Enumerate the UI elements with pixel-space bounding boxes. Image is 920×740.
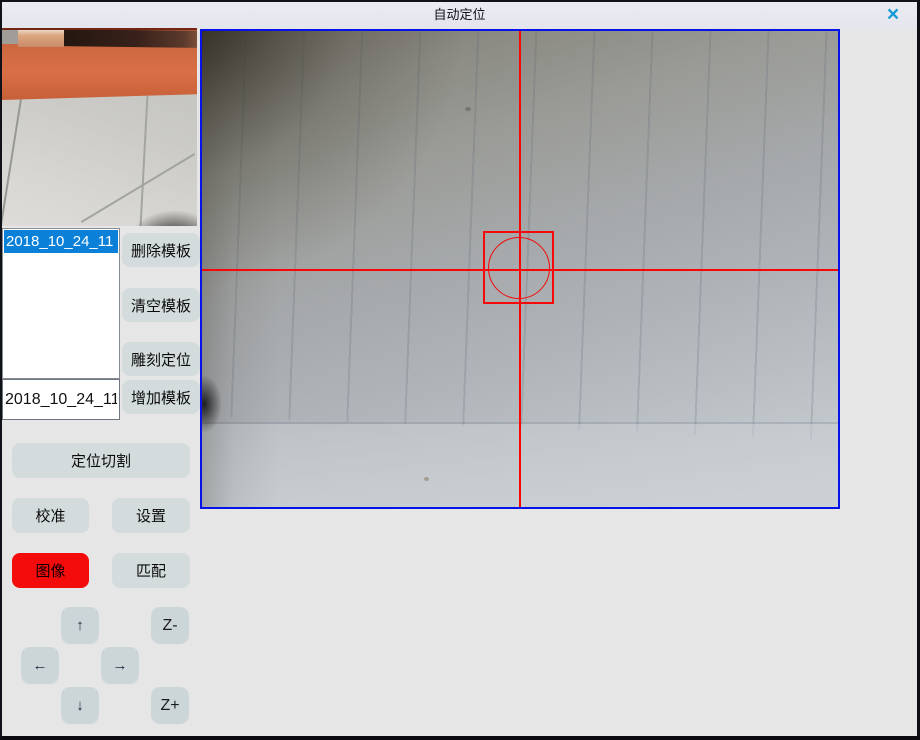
thumbnail-gray-block bbox=[2, 29, 18, 44]
jog-left-button[interactable]: ← bbox=[21, 647, 59, 684]
window-title: 自动定位 bbox=[2, 2, 917, 28]
camera-view[interactable] bbox=[200, 29, 840, 509]
jog-right-button[interactable]: → bbox=[101, 647, 139, 684]
position-cut-button[interactable]: 定位切割 bbox=[12, 443, 190, 478]
engrave-position-button[interactable]: 雕刻定位 bbox=[122, 342, 200, 376]
match-button[interactable]: 匹配 bbox=[112, 553, 190, 588]
jog-down-button[interactable]: ↓ bbox=[61, 687, 99, 724]
thumbnail-tan-block bbox=[18, 29, 64, 47]
z-minus-button[interactable]: Z- bbox=[151, 607, 189, 644]
template-list-item[interactable]: 2018_10_24_11 bbox=[4, 230, 118, 253]
delete-template-button[interactable]: 删除模板 bbox=[122, 233, 200, 267]
jog-up-button[interactable]: ↑ bbox=[61, 607, 99, 644]
template-name-input[interactable] bbox=[2, 379, 120, 420]
target-circle bbox=[488, 237, 550, 299]
auto-position-window: 自动定位 × 2018_10_24_11 删除模板 清空模板 雕刻定位 增加模板… bbox=[0, 0, 920, 740]
thumbnail-dark-band bbox=[64, 29, 197, 48]
thumbnail-top-edge bbox=[2, 28, 197, 30]
camera-smudge bbox=[465, 107, 471, 111]
thumbnail-tile-line bbox=[2, 97, 22, 226]
calibrate-button[interactable]: 校准 bbox=[12, 498, 89, 533]
clear-templates-button[interactable]: 清空模板 bbox=[122, 288, 200, 322]
titlebar[interactable]: 自动定位 × bbox=[2, 2, 917, 28]
add-template-button[interactable]: 增加模板 bbox=[122, 380, 200, 414]
template-list[interactable]: 2018_10_24_11 bbox=[2, 228, 120, 379]
template-thumbnail bbox=[2, 28, 197, 226]
image-button[interactable]: 图像 bbox=[12, 553, 89, 588]
close-icon[interactable]: × bbox=[881, 3, 905, 27]
settings-button[interactable]: 设置 bbox=[112, 498, 190, 533]
thumbnail-dark-object bbox=[124, 210, 197, 226]
thumbnail-tile-line bbox=[140, 96, 149, 226]
camera-smudge bbox=[424, 477, 429, 481]
z-plus-button[interactable]: Z+ bbox=[151, 687, 189, 724]
